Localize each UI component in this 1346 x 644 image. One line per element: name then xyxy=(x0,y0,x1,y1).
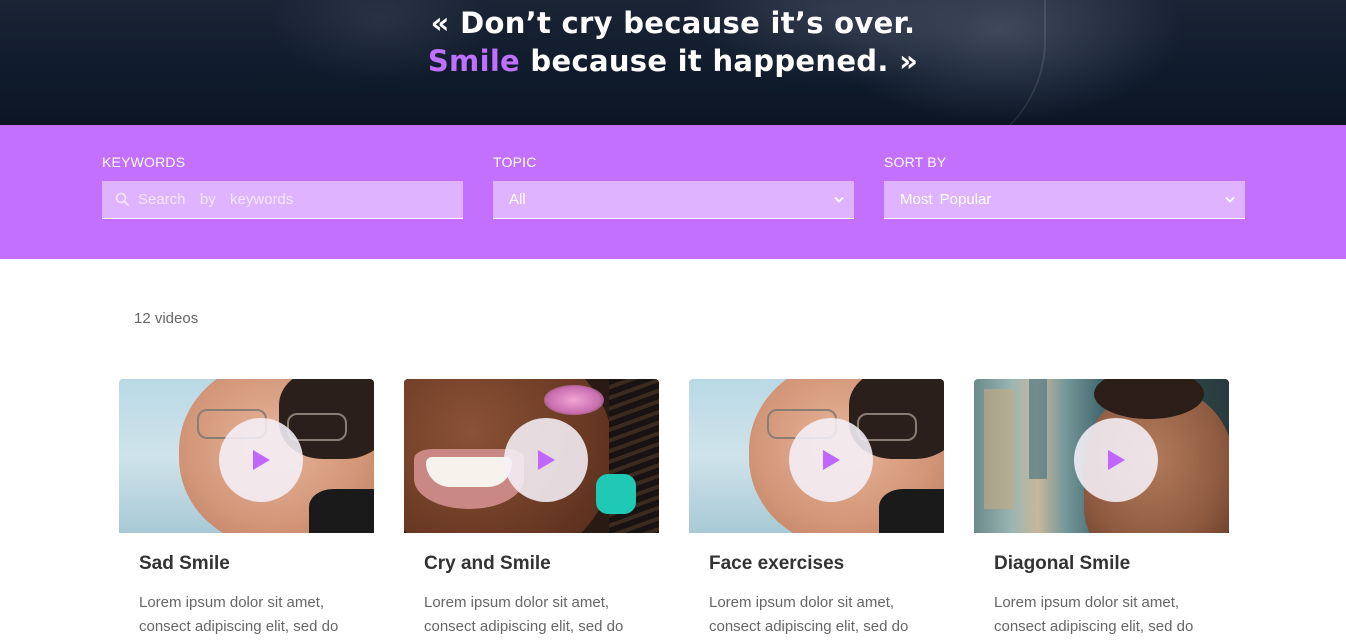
play-button[interactable] xyxy=(219,418,303,502)
play-icon xyxy=(823,450,840,470)
video-description: Lorem ipsum dolor sit amet, consect adip… xyxy=(994,594,1194,635)
quote-accent-word: Smile xyxy=(427,44,521,78)
video-thumbnail[interactable] xyxy=(974,379,1229,533)
quote-line-1: « Don’t cry because it’s over. xyxy=(430,6,916,40)
play-button[interactable] xyxy=(1074,418,1158,502)
sort-filter: SORT BY Most Popular xyxy=(884,153,1245,219)
play-button[interactable] xyxy=(789,418,873,502)
keywords-field[interactable] xyxy=(102,181,463,219)
quote-line-2: Smile because it happened. » xyxy=(0,42,1346,80)
keywords-filter: KEYWORDS xyxy=(102,153,463,219)
video-thumbnail[interactable] xyxy=(404,379,659,533)
video-count: 12 videos xyxy=(134,310,199,327)
sort-label: SORT BY xyxy=(884,154,947,170)
video-description: Lorem ipsum dolor sit amet, consect adip… xyxy=(424,594,624,635)
sort-select[interactable]: Most Popular xyxy=(884,181,1245,219)
play-icon xyxy=(538,450,555,470)
search-input[interactable] xyxy=(102,181,463,218)
hero-banner: « Don’t cry because it’s over. Smile bec… xyxy=(0,0,1346,125)
hero-quote: « Don’t cry because it’s over. Smile bec… xyxy=(0,4,1346,80)
topic-selected-value: All xyxy=(509,191,526,208)
video-card[interactable]: Cry and Smile Lorem ipsum dolor sit amet… xyxy=(404,379,659,635)
search-icon xyxy=(115,192,129,206)
video-thumbnail[interactable] xyxy=(689,379,944,533)
video-title[interactable]: Face exercises xyxy=(709,553,844,575)
topic-label: TOPIC xyxy=(493,154,537,170)
video-description: Lorem ipsum dolor sit amet, consect adip… xyxy=(139,594,339,635)
play-icon xyxy=(253,450,270,470)
video-title[interactable]: Diagonal Smile xyxy=(994,553,1130,575)
video-card[interactable]: Face exercises Lorem ipsum dolor sit ame… xyxy=(689,379,944,635)
play-icon xyxy=(1108,450,1125,470)
filter-bar: KEYWORDS TOPIC All SORT BY Most Popular xyxy=(0,125,1346,259)
topic-filter: TOPIC All xyxy=(493,153,854,219)
sort-selected-value: Most Popular xyxy=(900,191,992,208)
play-button[interactable] xyxy=(504,418,588,502)
video-title[interactable]: Sad Smile xyxy=(139,553,230,575)
chevron-down-icon xyxy=(834,197,844,203)
topic-select[interactable]: All xyxy=(493,181,854,219)
chevron-down-icon xyxy=(1225,197,1235,203)
quote-line-2-rest: because it happened. » xyxy=(520,44,919,78)
video-thumbnail[interactable] xyxy=(119,379,374,533)
video-card[interactable]: Diagonal Smile Lorem ipsum dolor sit ame… xyxy=(974,379,1229,635)
video-description: Lorem ipsum dolor sit amet, consect adip… xyxy=(709,594,909,635)
video-title[interactable]: Cry and Smile xyxy=(424,553,551,575)
keywords-label: KEYWORDS xyxy=(102,154,186,170)
video-card[interactable]: Sad Smile Lorem ipsum dolor sit amet, co… xyxy=(119,379,374,635)
